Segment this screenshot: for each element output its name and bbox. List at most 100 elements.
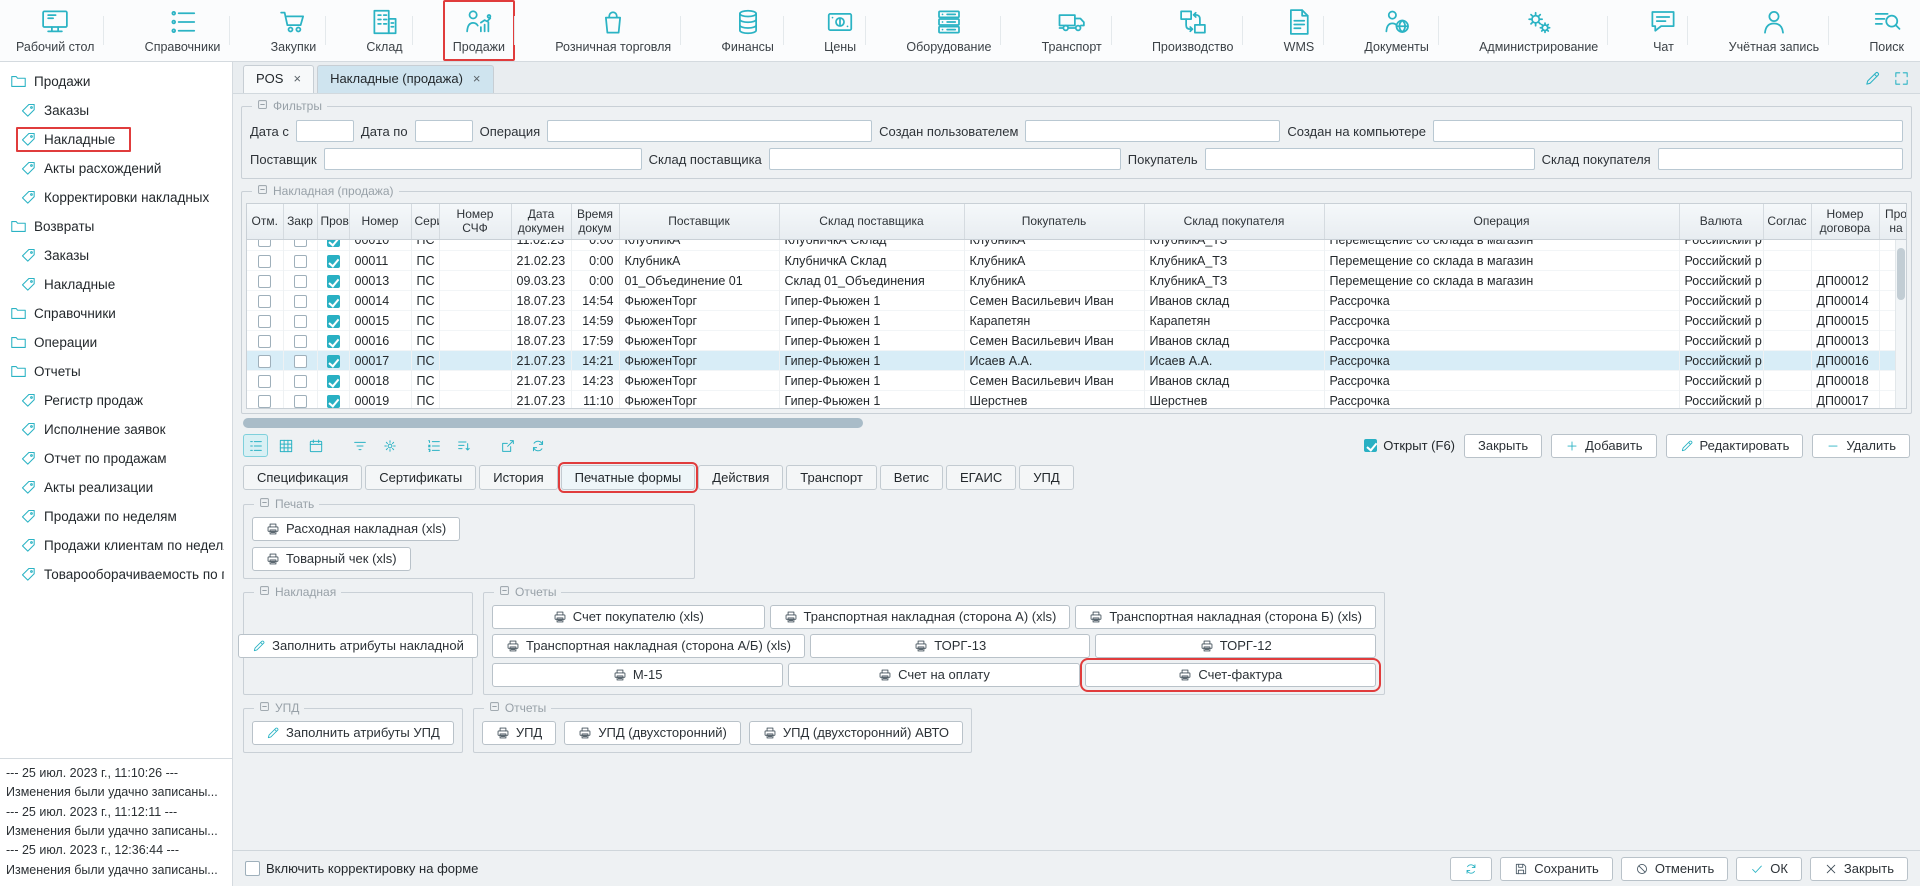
column-header[interactable]: Покупатель (964, 204, 1144, 239)
row-checkbox[interactable] (258, 315, 271, 328)
table-row[interactable]: 00016ПС18.07.2317:59ФьюженТоргГипер-Фьюж… (247, 331, 1906, 351)
table-row[interactable]: 00014ПС18.07.2314:54ФьюженТоргГипер-Фьюж… (247, 291, 1906, 311)
save-button[interactable]: Сохранить (1500, 857, 1613, 881)
tree-item[interactable]: Продажи клиентам по неделям (0, 531, 232, 560)
doc-tab[interactable]: Накладные (продажа)× (317, 65, 493, 93)
row-checkbox[interactable] (258, 335, 271, 348)
tree-item[interactable]: Накладные (0, 125, 232, 154)
fill-invoice-attributes-button[interactable]: Заполнить атрибуты накладной (238, 634, 478, 658)
detail-tab[interactable]: ЕГАИС (946, 465, 1016, 490)
collapse-icon[interactable] (499, 585, 510, 599)
column-header[interactable]: Номер СЧФ (439, 204, 511, 239)
tree-item[interactable]: Отчет по продажам (0, 444, 232, 473)
print-report-button[interactable]: ТОРГ-13 (810, 634, 1091, 658)
row-checkbox[interactable] (294, 275, 307, 288)
table-row[interactable]: 00015ПС18.07.2314:59ФьюженТоргГипер-Фьюж… (247, 311, 1906, 331)
tree-item[interactable]: Продажи по неделям (0, 502, 232, 531)
buyer-input[interactable] (1205, 148, 1535, 170)
include-correction-checkbox[interactable]: Включить корректировку на форме (245, 861, 478, 876)
date-from-input[interactable] (296, 120, 354, 142)
delete-button[interactable]: Удалить (1812, 434, 1910, 458)
table-row[interactable]: 00018ПС21.07.2314:23ФьюженТоргГипер-Фьюж… (247, 371, 1906, 391)
tree-item[interactable]: Регистр продаж (0, 386, 232, 415)
tree-item[interactable]: Отчеты (0, 357, 232, 386)
ribbon-item-production[interactable]: Производство (1142, 0, 1244, 61)
row-checkbox[interactable] (258, 295, 271, 308)
row-checkbox[interactable] (258, 375, 271, 388)
supplier-warehouse-input[interactable] (769, 148, 1121, 170)
ribbon-item-sales[interactable]: Продажи (443, 0, 515, 61)
print-report-button[interactable]: Счет покупателю (xls) (492, 605, 765, 629)
ribbon-item-references[interactable]: Справочники (135, 0, 231, 61)
row-checkbox[interactable] (327, 315, 340, 328)
supplier-input[interactable] (324, 148, 642, 170)
row-checkbox[interactable] (258, 355, 271, 368)
table-row[interactable]: 00017ПС21.07.2314:21ФьюженТоргГипер-Фьюж… (247, 351, 1906, 371)
print-report-button[interactable]: Транспортная накладная (сторона А/Б) (xl… (492, 634, 805, 658)
row-checkbox[interactable] (327, 240, 340, 248)
settings-button[interactable] (377, 434, 402, 457)
ribbon-item-transport[interactable]: Транспорт (1032, 0, 1112, 61)
ribbon-item-account[interactable]: Учётная запись (1719, 0, 1829, 61)
close-button[interactable]: Закрыть (1810, 857, 1908, 881)
close-tab-icon[interactable]: × (473, 72, 481, 85)
print-report-button[interactable]: УПД (482, 721, 556, 745)
row-checkbox[interactable] (327, 395, 340, 408)
column-header[interactable]: Соглас (1763, 204, 1811, 239)
ribbon-item-equipment[interactable]: Оборудование (896, 0, 1001, 61)
print-report-button[interactable]: УПД (двухсторонний) АВТО (749, 721, 963, 745)
calendar-view-button[interactable] (303, 434, 328, 457)
ribbon-item-purchases[interactable]: Закупки (261, 0, 327, 61)
tree-item[interactable]: Товарооборачиваемость по пос (0, 560, 232, 589)
row-checkbox[interactable] (327, 375, 340, 388)
numbered-list-button[interactable] (421, 434, 446, 457)
vertical-scrollbar[interactable] (1895, 240, 1906, 408)
tree-item[interactable]: Справочники (0, 299, 232, 328)
row-checkbox[interactable] (258, 255, 271, 268)
print-report-button[interactable]: УПД (двухсторонний) (564, 721, 741, 745)
print-report-button[interactable]: Транспортная накладная (сторона Б) (xls) (1075, 605, 1376, 629)
row-checkbox[interactable] (327, 335, 340, 348)
detail-tab[interactable]: Спецификация (243, 465, 362, 490)
row-checkbox[interactable] (258, 240, 271, 248)
column-header[interactable]: Отм. (247, 204, 283, 239)
tree-item[interactable]: Исполнение заявок (0, 415, 232, 444)
horizontal-scrollbar[interactable] (241, 417, 1912, 429)
open-filter-checkbox[interactable]: Открыт (F6) (1364, 438, 1455, 453)
created-on-computer-input[interactable] (1433, 120, 1903, 142)
collapse-icon[interactable] (259, 701, 270, 715)
print-report-button[interactable]: Расходная накладная (xls) (252, 517, 460, 541)
detail-tab[interactable]: История (479, 465, 557, 490)
table-row[interactable]: 00013ПС09.03.230:0001_Объединение 01Скла… (247, 271, 1906, 291)
print-report-button[interactable]: Товарный чек (xls) (252, 547, 411, 571)
ribbon-item-finance[interactable]: Финансы (711, 0, 783, 61)
row-checkbox[interactable] (258, 275, 271, 288)
ribbon-item-search[interactable]: Поиск (1859, 0, 1914, 61)
print-report-button[interactable]: Транспортная накладная (сторона А) (xls) (770, 605, 1071, 629)
open-checkbox-box[interactable] (1364, 439, 1377, 452)
collapse-icon[interactable] (489, 701, 500, 715)
print-report-button[interactable]: ТОРГ-12 (1095, 634, 1376, 658)
detail-tab[interactable]: Транспорт (786, 465, 877, 490)
refresh-grid-button[interactable] (525, 434, 550, 457)
ribbon-item-warehouse[interactable]: Склад (356, 0, 412, 61)
ribbon-item-wms[interactable]: WMS (1274, 0, 1325, 61)
close-button[interactable]: Закрыть (1464, 434, 1542, 458)
row-checkbox[interactable] (294, 355, 307, 368)
column-header[interactable]: Закр (283, 204, 317, 239)
created-by-input[interactable] (1025, 120, 1280, 142)
row-checkbox[interactable] (294, 395, 307, 408)
tree-item[interactable]: Корректировки накладных (0, 183, 232, 212)
column-header[interactable]: Склад покупателя (1144, 204, 1324, 239)
tree-item[interactable]: Заказы (0, 96, 232, 125)
collapse-icon[interactable] (257, 99, 268, 113)
correction-checkbox-box[interactable] (245, 861, 260, 876)
tree-item[interactable]: Возвраты (0, 212, 232, 241)
print-report-button[interactable]: Счет-фактура (1085, 663, 1376, 687)
detail-tab[interactable]: Печатные формы (561, 465, 696, 490)
print-report-button[interactable]: Счет на оплату (788, 663, 1079, 687)
column-header[interactable]: Пров (317, 204, 349, 239)
collapse-icon[interactable] (257, 184, 268, 198)
edit-view-button[interactable] (1864, 70, 1881, 87)
tree-item[interactable]: Акты реализации (0, 473, 232, 502)
